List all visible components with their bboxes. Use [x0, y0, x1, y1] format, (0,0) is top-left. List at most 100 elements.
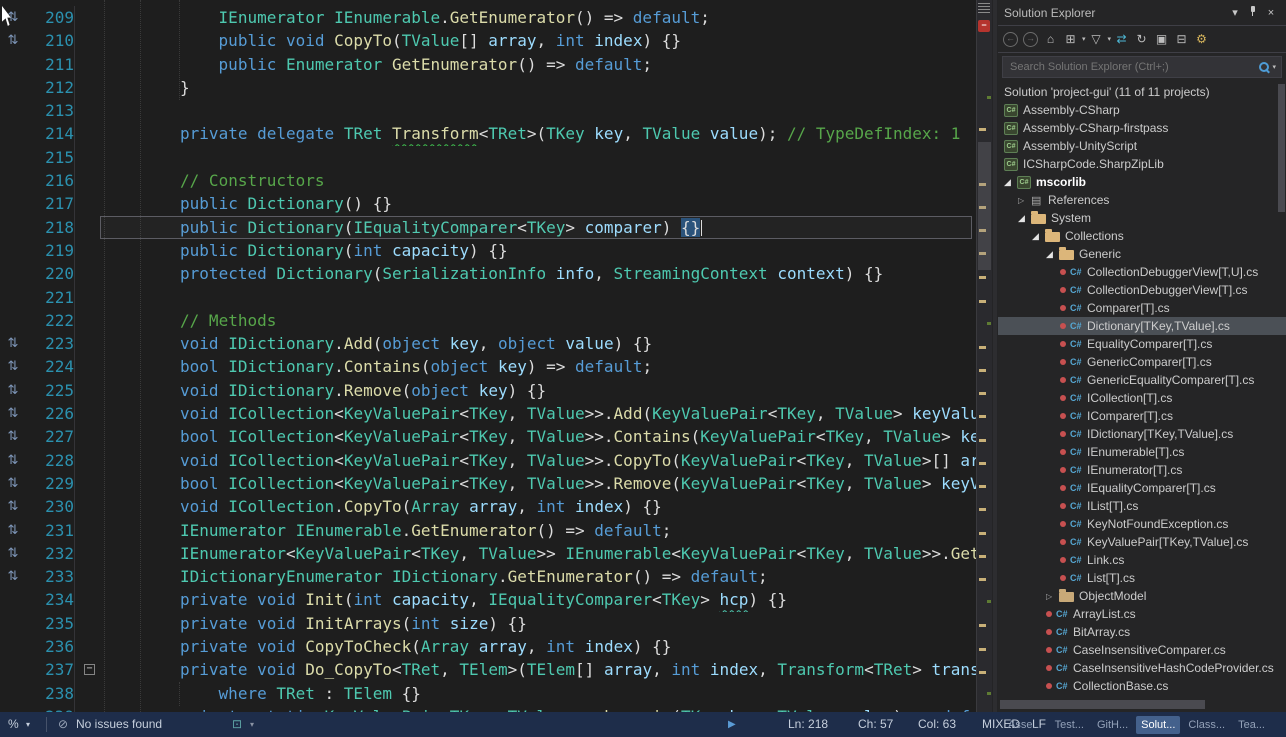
tree-item[interactable]: ▷ObjectModel: [998, 587, 1286, 605]
line-number[interactable]: 226: [26, 402, 74, 425]
tree-item-file[interactable]: C#EqualityComparer[T].cs: [998, 335, 1286, 353]
fold-margin[interactable]: [74, 332, 103, 355]
scrollbar-thumb[interactable]: [978, 142, 991, 270]
tool-window-tab[interactable]: Tea...: [1233, 716, 1270, 734]
tree-item-file[interactable]: C#GenericEqualityComparer[T].cs: [998, 371, 1286, 389]
fold-margin[interactable]: [74, 565, 103, 588]
refresh-icon[interactable]: ↻: [1132, 29, 1151, 49]
breakpoint-margin[interactable]: [0, 239, 26, 262]
fold-margin[interactable]: [74, 542, 103, 565]
breakpoint-margin[interactable]: [0, 705, 26, 712]
line-number[interactable]: 227: [26, 425, 74, 448]
breakpoint-margin[interactable]: ⇅: [0, 402, 26, 425]
expander-icon[interactable]: ◢: [1004, 177, 1017, 188]
panel-vertical-scrollbar[interactable]: [1277, 78, 1286, 690]
code-line[interactable]: ⇅224bool IDictionary.Contains(object key…: [0, 355, 976, 378]
tree-item[interactable]: ◢Collections: [998, 227, 1286, 245]
tool-window-tab[interactable]: Test...: [1050, 716, 1089, 734]
code-line[interactable]: 235private void InitArrays(int size) {}: [0, 612, 976, 635]
scrollbar-thumb[interactable]: [1278, 84, 1285, 212]
tree-item-file[interactable]: C#CaseInsensitiveHashCodeProvider.cs: [998, 659, 1286, 677]
code-line[interactable]: ⇅231IEnumerator IEnumerable.GetEnumerato…: [0, 519, 976, 542]
breakpoint-margin[interactable]: ⇅: [0, 519, 26, 542]
no-issues-icon[interactable]: ⊘: [58, 712, 68, 737]
fold-margin[interactable]: [74, 76, 103, 99]
close-icon[interactable]: ×: [1262, 7, 1280, 19]
back-icon[interactable]: ←: [1003, 32, 1018, 47]
expander-icon[interactable]: ◢: [1032, 231, 1045, 242]
code-line[interactable]: 221: [0, 286, 976, 309]
code-line[interactable]: ⇅233IDictionaryEnumerator IDictionary.Ge…: [0, 565, 976, 588]
fold-margin[interactable]: [74, 705, 103, 712]
tree-item-file[interactable]: C#CaseInsensitiveComparer.cs: [998, 641, 1286, 659]
filter-icon[interactable]: ▽: [1087, 29, 1106, 49]
fold-margin[interactable]: [74, 122, 103, 145]
forward-icon[interactable]: →: [1023, 32, 1038, 47]
column-indicator[interactable]: Col: 63: [918, 712, 956, 737]
tool-window-tab[interactable]: Class...: [1183, 716, 1230, 734]
tree-item[interactable]: C#Assembly-CSharp: [998, 101, 1286, 119]
breakpoint-margin[interactable]: [0, 612, 26, 635]
breakpoint-margin[interactable]: [0, 682, 26, 705]
line-number[interactable]: 234: [26, 588, 74, 611]
expander-icon[interactable]: ▷: [1046, 592, 1059, 601]
tree-item-file[interactable]: C#IEnumerator[T].cs: [998, 461, 1286, 479]
fold-margin[interactable]: [74, 635, 103, 658]
scrollbar-thumb[interactable]: [1000, 700, 1205, 709]
line-number[interactable]: 222: [26, 309, 74, 332]
code-line[interactable]: 214private delegate TRet Transform<TRet>…: [0, 122, 976, 145]
code-line[interactable]: 213: [0, 99, 976, 122]
fold-margin[interactable]: −: [74, 658, 103, 681]
run-indicator-icon[interactable]: ▶: [728, 712, 736, 737]
switch-views-icon[interactable]: ⊞: [1061, 29, 1080, 49]
line-indicator[interactable]: Ln: 218: [788, 712, 828, 737]
code-line[interactable]: ⇅230void ICollection.CopyTo(Array array,…: [0, 495, 976, 518]
line-number[interactable]: 224: [26, 355, 74, 378]
fold-margin[interactable]: [74, 169, 103, 192]
tree-item[interactable]: Solution 'project-gui' (11 of 11 project…: [998, 83, 1286, 101]
breakpoint-margin[interactable]: [0, 169, 26, 192]
breakpoint-margin[interactable]: ⇅: [0, 425, 26, 448]
issues-status[interactable]: No issues found: [76, 712, 162, 737]
code-line[interactable]: ⇅210public void CopyTo(TValue[] array, i…: [0, 29, 976, 52]
breakpoint-margin[interactable]: [0, 262, 26, 285]
zoom-caret-icon[interactable]: ▾: [26, 712, 30, 737]
fold-margin[interactable]: [74, 449, 103, 472]
code-line[interactable]: 211public Enumerator GetEnumerator() => …: [0, 53, 976, 76]
fold-margin[interactable]: [74, 216, 103, 239]
code-line[interactable]: 212}: [0, 76, 976, 99]
breakpoint-margin[interactable]: ⇅: [0, 565, 26, 588]
tree-item-file[interactable]: C#Dictionary[TKey,TValue].cs: [998, 317, 1286, 335]
show-all-files-icon[interactable]: ▣: [1152, 29, 1171, 49]
line-number[interactable]: 213: [26, 99, 74, 122]
code-line[interactable]: 237−private void Do_CopyTo<TRet, TElem>(…: [0, 658, 976, 681]
tree-item-file[interactable]: C#Comparer[T].cs: [998, 299, 1286, 317]
code-line[interactable]: ⇅229bool ICollection<KeyValuePair<TKey, …: [0, 472, 976, 495]
fold-margin[interactable]: [74, 53, 103, 76]
line-number[interactable]: 209: [26, 6, 74, 29]
char-indicator[interactable]: Ch: 57: [858, 712, 893, 737]
line-number[interactable]: 236: [26, 635, 74, 658]
code-line[interactable]: ⇅209IEnumerator IEnumerable.GetEnumerato…: [0, 6, 976, 29]
line-number[interactable]: 220: [26, 262, 74, 285]
code-line[interactable]: ⇅232IEnumerator<KeyValuePair<TKey, TValu…: [0, 542, 976, 565]
breakpoint-margin[interactable]: [0, 588, 26, 611]
fold-margin[interactable]: [74, 425, 103, 448]
tree-item[interactable]: ◢C#mscorlib: [998, 173, 1286, 191]
fold-margin[interactable]: [74, 495, 103, 518]
fold-margin[interactable]: [74, 612, 103, 635]
tree-item-file[interactable]: C#KeyValuePair[TKey,TValue].cs: [998, 533, 1286, 551]
tool-window-tab[interactable]: Asse...: [1003, 716, 1047, 734]
expander-icon[interactable]: ▷: [1018, 196, 1031, 205]
zoom-control[interactable]: %: [8, 712, 19, 737]
document-health-icon[interactable]: −: [978, 20, 990, 32]
tree-item-file[interactable]: C#Link.cs: [998, 551, 1286, 569]
breakpoint-margin[interactable]: [0, 286, 26, 309]
code-line[interactable]: 220protected Dictionary(SerializationInf…: [0, 262, 976, 285]
line-number[interactable]: 237: [26, 658, 74, 681]
breakpoint-margin[interactable]: [0, 192, 26, 215]
breakpoint-margin[interactable]: [0, 309, 26, 332]
tree-item[interactable]: C#ICSharpCode.SharpZipLib: [998, 155, 1286, 173]
tree-item-file[interactable]: C#KeyNotFoundException.cs: [998, 515, 1286, 533]
tree-item-file[interactable]: C#GenericComparer[T].cs: [998, 353, 1286, 371]
